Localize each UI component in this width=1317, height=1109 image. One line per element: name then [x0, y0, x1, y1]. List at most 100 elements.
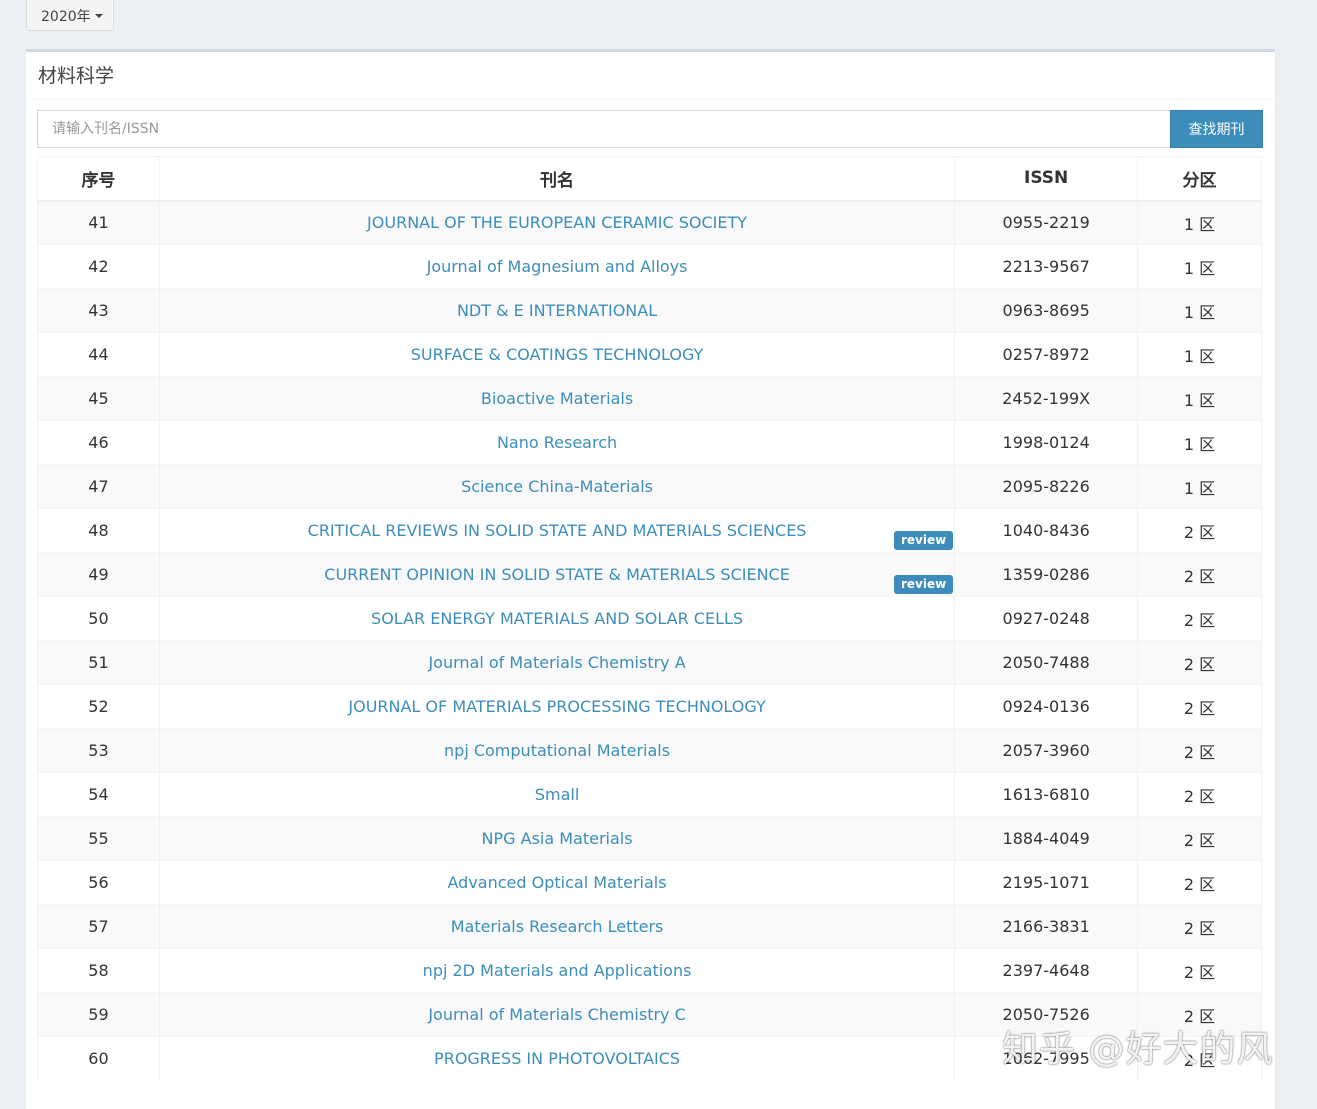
journal-list-box: 材料科学 查找期刊 序号 刊名 ISSN 分区 41 JOURNAL OF THE…: [26, 49, 1275, 1109]
table-row: 49 CURRENT OPINION IN SOLID STATE & MATER…: [37, 552, 1262, 597]
row-number: 59: [37, 992, 160, 1037]
table-row: 56 Advanced Optical Materials 2195-1071 2 区: [37, 860, 1262, 905]
issn-cell: 1884-4049: [954, 816, 1139, 861]
journal-name-cell: PROGRESS IN PHOTOVOLTAICS: [158, 1036, 956, 1081]
row-number: 47: [37, 464, 160, 509]
search-input[interactable]: [37, 110, 1170, 148]
journal-link[interactable]: Science China-Materials: [461, 477, 653, 496]
table-row: 58 npj 2D Materials and Applications 2397-…: [37, 948, 1262, 993]
zone-cell: 2 区: [1137, 596, 1262, 641]
table-row: 50 SOLAR ENERGY MATERIALS AND SOLAR CELLS…: [37, 596, 1262, 641]
journal-name-cell: Journal of Magnesium and Alloys: [158, 244, 956, 289]
issn-cell: 0955-2219: [954, 200, 1139, 245]
journal-link[interactable]: PROGRESS IN PHOTOVOLTAICS: [434, 1049, 680, 1068]
journal-name-cell: NDT & E INTERNATIONAL: [158, 288, 956, 333]
issn-cell: 1998-0124: [954, 420, 1139, 465]
journal-link[interactable]: Small: [535, 785, 579, 804]
zone-cell: 1 区: [1137, 464, 1262, 509]
row-number: 60: [37, 1036, 160, 1081]
zone-cell: 2 区: [1137, 1036, 1262, 1081]
table-row: 60 PROGRESS IN PHOTOVOLTAICS 1062-7995 2 区: [37, 1036, 1262, 1081]
row-number: 45: [37, 376, 160, 421]
review-badge: review: [894, 575, 954, 594]
row-number: 48: [37, 508, 160, 553]
table-row: 55 NPG Asia Materials 1884-4049 2 区: [37, 816, 1262, 861]
journal-name-cell: JOURNAL OF MATERIALS PROCESSING TECHNOLO…: [158, 684, 956, 729]
header-zone: 分区: [1137, 156, 1262, 202]
row-number: 55: [37, 816, 160, 861]
zone-cell: 2 区: [1137, 772, 1262, 817]
table-row: 44 SURFACE & COATINGS TECHNOLOGY 0257-8972…: [37, 332, 1262, 377]
journal-link[interactable]: NPG Asia Materials: [482, 829, 633, 848]
journal-name-cell: CRITICAL REVIEWS IN SOLID STATE AND MATE…: [158, 508, 956, 553]
journal-link[interactable]: CRITICAL REVIEWS IN SOLID STATE AND MATE…: [308, 521, 807, 540]
row-number: 52: [37, 684, 160, 729]
table-body: 41 JOURNAL OF THE EUROPEAN CERAMIC SOCIET…: [37, 200, 1262, 1081]
zone-cell: 1 区: [1137, 420, 1262, 465]
table-row: 41 JOURNAL OF THE EUROPEAN CERAMIC SOCIET…: [37, 200, 1262, 245]
table-row: 51 Journal of Materials Chemistry A 2050-7…: [37, 640, 1262, 685]
journal-link[interactable]: Journal of Materials Chemistry C: [428, 1005, 685, 1024]
row-number: 51: [37, 640, 160, 685]
journal-name-cell: CURRENT OPINION IN SOLID STATE & MATERIA…: [158, 552, 956, 597]
journal-name-cell: Bioactive Materials: [158, 376, 956, 421]
row-number: 50: [37, 596, 160, 641]
row-number: 54: [37, 772, 160, 817]
table-row: 52 JOURNAL OF MATERIALS PROCESSING TECHNO…: [37, 684, 1262, 729]
journal-link[interactable]: Materials Research Letters: [451, 917, 664, 936]
table-row: 54 Small 1613-6810 2 区: [37, 772, 1262, 817]
journal-link[interactable]: JOURNAL OF MATERIALS PROCESSING TECHNOLO…: [348, 697, 765, 716]
journal-name-cell: SURFACE & COATINGS TECHNOLOGY: [158, 332, 956, 377]
issn-cell: 2057-3960: [954, 728, 1139, 773]
journal-link[interactable]: SURFACE & COATINGS TECHNOLOGY: [411, 345, 704, 364]
journal-link[interactable]: Journal of Magnesium and Alloys: [427, 257, 688, 276]
issn-cell: 2095-8226: [954, 464, 1139, 509]
header-no: 序号: [37, 156, 160, 202]
zone-cell: 2 区: [1137, 684, 1262, 729]
journal-link[interactable]: NDT & E INTERNATIONAL: [457, 301, 657, 320]
table-row: 48 CRITICAL REVIEWS IN SOLID STATE AND MA…: [37, 508, 1262, 553]
zone-cell: 2 区: [1137, 552, 1262, 597]
issn-cell: 1040-8436: [954, 508, 1139, 553]
zone-cell: 1 区: [1137, 332, 1262, 377]
journal-link[interactable]: npj Computational Materials: [444, 741, 670, 760]
journal-link[interactable]: CURRENT OPINION IN SOLID STATE & MATERIA…: [324, 565, 790, 584]
search-journal-button[interactable]: 查找期刊: [1170, 110, 1263, 148]
journal-name-cell: Journal of Materials Chemistry C: [158, 992, 956, 1037]
zone-cell: 1 区: [1137, 376, 1262, 421]
table-row: 42 Journal of Magnesium and Alloys 2213-95…: [37, 244, 1262, 289]
issn-cell: 0927-0248: [954, 596, 1139, 641]
box-title: 材料科学: [26, 52, 1275, 100]
caret-down-icon: [94, 13, 103, 18]
journal-link[interactable]: Nano Research: [497, 433, 617, 452]
year-dropdown[interactable]: 2020年: [26, 0, 114, 31]
journal-link[interactable]: Bioactive Materials: [481, 389, 633, 408]
row-number: 53: [37, 728, 160, 773]
issn-cell: 2166-3831: [954, 904, 1139, 949]
zone-cell: 2 区: [1137, 640, 1262, 685]
row-number: 43: [37, 288, 160, 333]
journal-link[interactable]: npj 2D Materials and Applications: [423, 961, 692, 980]
row-number: 41: [37, 200, 160, 245]
journal-link[interactable]: Advanced Optical Materials: [448, 873, 667, 892]
journal-table: 序号 刊名 ISSN 分区 41 JOURNAL OF THE EUROPEAN …: [37, 156, 1262, 1081]
header-name: 刊名: [158, 156, 956, 202]
journal-name-cell: npj Computational Materials: [158, 728, 956, 773]
table-row: 53 npj Computational Materials 2057-3960 2 …: [37, 728, 1262, 773]
zone-cell: 2 区: [1137, 904, 1262, 949]
row-number: 44: [37, 332, 160, 377]
row-number: 56: [37, 860, 160, 905]
issn-cell: 1359-0286: [954, 552, 1139, 597]
table-row: 43 NDT & E INTERNATIONAL 0963-8695 1 区: [37, 288, 1262, 333]
year-dropdown-label: 2020年: [41, 8, 91, 25]
issn-cell: 0963-8695: [954, 288, 1139, 333]
journal-name-cell: npj 2D Materials and Applications: [158, 948, 956, 993]
issn-cell: 2195-1071: [954, 860, 1139, 905]
journal-link[interactable]: SOLAR ENERGY MATERIALS AND SOLAR CELLS: [371, 609, 743, 628]
journal-link[interactable]: JOURNAL OF THE EUROPEAN CERAMIC SOCIETY: [367, 213, 747, 232]
zone-cell: 1 区: [1137, 288, 1262, 333]
journal-name-cell: Materials Research Letters: [158, 904, 956, 949]
search-bar: 查找期刊: [37, 110, 1263, 148]
journal-name-cell: Journal of Materials Chemistry A: [158, 640, 956, 685]
journal-link[interactable]: Journal of Materials Chemistry A: [428, 653, 685, 672]
